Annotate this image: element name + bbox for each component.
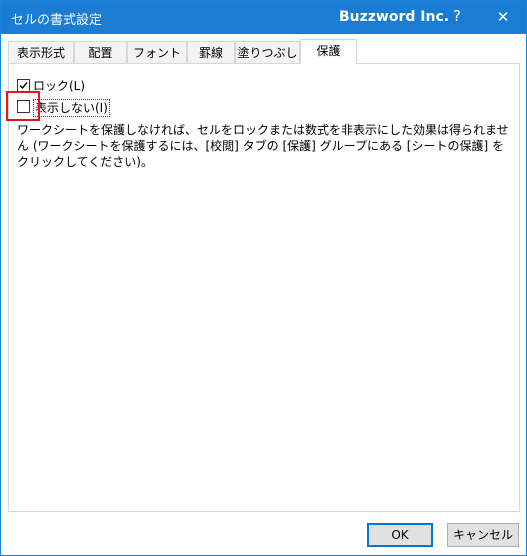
tab-border[interactable]: 罫線 [187, 41, 235, 63]
protection-description: ワークシートを保護しなければ、セルをロックまたは数式を非表示にした効果は得られま… [17, 123, 509, 169]
hidden-label: 表示しない(I) [33, 99, 110, 117]
tab-fill[interactable]: 塗りつぶし [235, 41, 300, 63]
ok-button[interactable]: OK [367, 523, 433, 547]
tab-alignment[interactable]: 配置 [74, 41, 127, 63]
tab-protection[interactable]: 保護 [300, 39, 357, 64]
format-cells-dialog: セルの書式設定 Buzzword Inc. ? ✕ 表示形式 配置 フォント 罫… [0, 0, 527, 556]
tab-font[interactable]: フォント [127, 41, 187, 63]
lock-label: ロック(L) [33, 79, 86, 93]
dialog-title: セルの書式設定 [11, 13, 103, 28]
checkmark-icon [19, 82, 28, 90]
tab-number-format[interactable]: 表示形式 [8, 41, 74, 63]
cancel-button[interactable]: キャンセル [447, 523, 519, 547]
title-bar[interactable]: セルの書式設定 Buzzword Inc. ? ✕ [1, 1, 526, 34]
close-icon[interactable]: ✕ [485, 6, 521, 28]
help-icon[interactable]: ? [447, 7, 467, 25]
brand-label: Buzzword Inc. [339, 9, 450, 25]
highlight-box [6, 91, 40, 121]
